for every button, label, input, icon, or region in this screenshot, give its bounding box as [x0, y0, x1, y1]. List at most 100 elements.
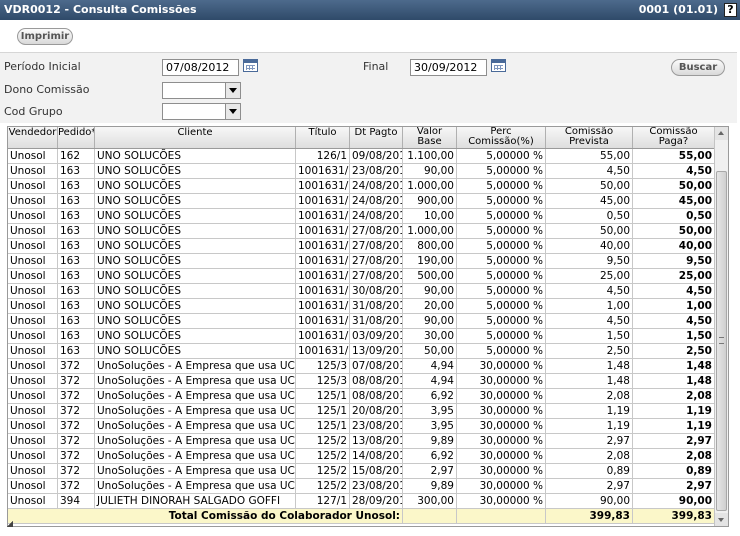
cell-comissao-prevista: 90,00	[546, 494, 633, 509]
table-row[interactable]: Unosol163UNO SOLUCÕES1001631/127/08/2012…	[8, 224, 715, 239]
column-header-label: Prevista	[569, 136, 609, 147]
cell-valor-base: 800,00	[403, 239, 457, 254]
cell-comissao-prevista: 4,50	[546, 284, 633, 299]
table-row[interactable]: Unosol163UNO SOLUCÕES1001631/127/08/2012…	[8, 239, 715, 254]
column-header-label: Base	[417, 136, 442, 147]
cell-pedido: 372	[58, 479, 95, 494]
table-row[interactable]: Unosol 372 UnoSoluções - A Empresa que usa…	[8, 374, 715, 389]
table-row[interactable]: Unosol163UNO SOLUCÕES1001631/124/08/2012…	[8, 209, 715, 224]
cell-dt-pagto: 27/08/2012	[350, 224, 403, 239]
column-header-cliente[interactable]: Cliente	[95, 127, 296, 148]
total-empty-cell	[403, 509, 457, 524]
column-header-comissao-paga[interactable]: Comissão Paga?	[633, 127, 715, 148]
column-header-pedido[interactable]: Pedido*	[58, 127, 95, 148]
cell-valor-base: 90,00	[403, 284, 457, 299]
owner-select[interactable]	[162, 82, 241, 99]
table-row[interactable]: Unosol 372 UnoSoluções - A Empresa que usa…	[8, 359, 715, 374]
cell-cliente: UNO SOLUCÕES	[95, 224, 296, 239]
cell-comissao-prevista: 1,00	[546, 299, 633, 314]
column-header-label: Cliente	[177, 127, 213, 138]
column-header-vendedor[interactable]: Vendedor	[8, 127, 58, 148]
cell-perc-comissao: 5,00000 %	[457, 299, 546, 314]
scroll-thumb[interactable]	[716, 171, 727, 511]
cell-perc-comissao: 5,00000 %	[457, 254, 546, 269]
window-title: VDR0012 - Consulta Comissões	[4, 3, 197, 16]
cell-titulo: 125/1	[296, 419, 350, 434]
help-icon[interactable]: ?	[724, 3, 737, 17]
table-row[interactable]: Unosol 372 UnoSoluções - A Empresa que usa…	[8, 479, 715, 494]
cell-comissao-paga: 2,97	[633, 479, 715, 494]
table-row[interactable]: Unosol163UNO SOLUCÕES1001631/103/09/2012…	[8, 329, 715, 344]
cell-titulo: 1001631/1	[298, 254, 350, 269]
period-start-calendar-icon[interactable]	[243, 59, 258, 72]
table-row[interactable]: Unosol 394 JULIETH DINORAH SALGADO GOFFI 12…	[8, 494, 715, 509]
cell-titulo: 1001631/1	[298, 299, 350, 314]
cell-valor-base: 90,00	[403, 314, 457, 329]
group-label: Cod Grupo	[4, 105, 63, 118]
table-row[interactable]: Unosol163UNO SOLUCÕES1001631/124/08/2012…	[8, 179, 715, 194]
cell-titulo: 1001631/1	[298, 239, 350, 254]
filters-panel: Período Inicial 07/08/2012 Final 30/09/2…	[0, 52, 737, 123]
cell-comissao-prevista: 2,08	[546, 389, 633, 404]
cell-vendedor: Unosol	[8, 239, 58, 254]
cell-perc-comissao: 30,00000 %	[457, 389, 546, 404]
column-header-dt-pagto[interactable]: Dt Pagto	[350, 127, 403, 148]
cell-comissao-paga: 4,50	[633, 164, 715, 179]
scroll-up-icon[interactable]	[715, 127, 728, 140]
cell-vendedor: Unosol	[8, 434, 58, 449]
commissions-grid: Vendedor Pedido* Cliente Título Dt Pagto Valo…	[7, 126, 729, 527]
cell-comissao-prevista: 2,50	[546, 344, 633, 359]
cell-vendedor: Unosol	[8, 224, 58, 239]
chevron-down-icon[interactable]	[225, 83, 240, 98]
column-header-comissao-prevista[interactable]: Comissão Prevista	[546, 127, 633, 148]
cell-dt-pagto: 27/08/2012	[350, 269, 403, 284]
cell-dt-pagto: 31/08/2012	[350, 314, 403, 329]
print-button[interactable]: Imprimir	[17, 28, 73, 45]
cell-perc-comissao: 5,00000 %	[457, 284, 546, 299]
cell-comissao-prevista: 45,00	[546, 194, 633, 209]
column-header-label: Pedido*	[58, 127, 95, 138]
column-header-valor-base[interactable]: Valor Base	[403, 127, 457, 148]
table-row[interactable]: Unosol163UNO SOLUCÕES1001631/131/08/2012…	[8, 314, 715, 329]
table-row[interactable]: Unosol163UNO SOLUCÕES1001631/123/08/2012…	[8, 164, 715, 179]
group-select[interactable]	[162, 103, 241, 120]
column-header-titulo[interactable]: Título	[296, 127, 350, 148]
column-header-perc-comissao[interactable]: Perc Comissão(%)	[457, 127, 546, 148]
cell-valor-base: 9,89	[403, 434, 457, 449]
cell-dt-pagto: 30/08/2012	[350, 284, 403, 299]
cell-titulo: 1001631/1	[298, 314, 350, 329]
cell-dt-pagto: 23/08/2012	[350, 419, 403, 434]
cell-pedido: 372	[58, 464, 95, 479]
table-row[interactable]: Unosol 372 UnoSoluções - A Empresa que usa…	[8, 449, 715, 464]
table-row[interactable]: Unosol162UNO SOLUCÕES126/109/08/20121.10…	[8, 149, 715, 164]
resize-grip-icon[interactable]	[7, 521, 13, 527]
cell-comissao-paga: 1,48	[633, 374, 715, 389]
cell-perc-comissao: 30,00000 %	[457, 359, 546, 374]
table-row[interactable]: Unosol 372 UnoSoluções - A Empresa que usa…	[8, 389, 715, 404]
cell-titulo: 1001631/1	[298, 179, 350, 194]
table-row[interactable]: Unosol163UNO SOLUCÕES1001631/127/08/2012…	[8, 269, 715, 284]
table-row[interactable]: Unosol 372 UnoSoluções - A Empresa que usa…	[8, 404, 715, 419]
vertical-scrollbar[interactable]	[714, 127, 728, 526]
cell-comissao-paga: 9,50	[633, 254, 715, 269]
period-end-input[interactable]: 30/09/2012	[410, 59, 487, 76]
period-end-calendar-icon[interactable]	[491, 59, 506, 72]
table-row[interactable]: Unosol 372 UnoSoluções - A Empresa que usa…	[8, 434, 715, 449]
chevron-down-icon[interactable]	[225, 104, 240, 119]
table-row[interactable]: Unosol163UNO SOLUCÕES1001631/127/08/2012…	[8, 254, 715, 269]
period-start-input[interactable]: 07/08/2012	[162, 59, 239, 76]
table-row[interactable]: Unosol 372 UnoSoluções - A Empresa que usa…	[8, 419, 715, 434]
search-button[interactable]: Buscar	[671, 59, 725, 76]
scroll-down-icon[interactable]	[715, 513, 728, 526]
table-row[interactable]: Unosol163UNO SOLUCÕES1001631/113/09/2012…	[8, 344, 715, 359]
table-row[interactable]: Unosol163UNO SOLUCÕES1001631/130/08/2012…	[8, 284, 715, 299]
cell-perc-comissao: 30,00000 %	[457, 434, 546, 449]
table-row[interactable]: Unosol163UNO SOLUCÕES1001631/131/08/2012…	[8, 299, 715, 314]
cell-perc-comissao: 5,00000 %	[457, 329, 546, 344]
cell-pedido: 163	[58, 299, 95, 314]
table-row[interactable]: Unosol 372 UnoSoluções - A Empresa que usa…	[8, 464, 715, 479]
cell-comissao-paga: 55,00	[633, 149, 715, 164]
cell-titulo: 1001631/1	[298, 194, 350, 209]
table-row[interactable]: Unosol163UNO SOLUCÕES1001631/124/08/2012…	[8, 194, 715, 209]
cell-pedido: 372	[58, 419, 95, 434]
